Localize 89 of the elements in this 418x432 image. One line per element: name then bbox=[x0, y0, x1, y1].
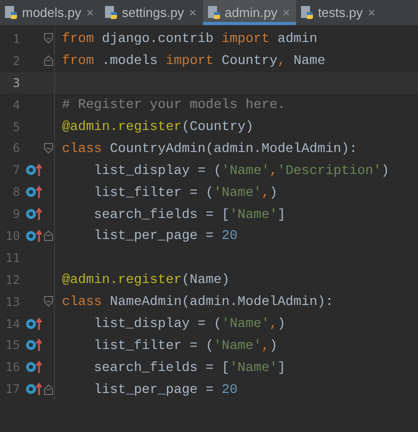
code-token: import bbox=[166, 53, 214, 68]
python-file-icon bbox=[4, 4, 20, 20]
code-token: list_filter = ( bbox=[92, 184, 214, 200]
override-method-icon[interactable] bbox=[24, 316, 42, 331]
code-token: list_display = ( bbox=[92, 162, 222, 178]
code-token: 'Name' bbox=[230, 206, 278, 222]
line-number: 2 bbox=[12, 54, 20, 68]
line-number: 10 bbox=[4, 228, 20, 243]
line-number: 15 bbox=[4, 338, 20, 352]
code-token: list_display = ( bbox=[92, 316, 222, 332]
code-token: 'Name' bbox=[214, 338, 262, 353]
file-tab[interactable]: models.py × bbox=[0, 0, 100, 25]
line-number: 3 bbox=[12, 76, 20, 90]
code-token: ) bbox=[269, 338, 278, 353]
code-token: .models bbox=[100, 53, 159, 68]
line-number: 16 bbox=[4, 360, 20, 374]
close-icon[interactable]: × bbox=[86, 5, 94, 20]
file-tab[interactable]: admin.py × bbox=[202, 0, 296, 25]
code-token: @admin.register bbox=[62, 272, 182, 288]
fold-end-icon[interactable] bbox=[44, 384, 53, 395]
line-number: 9 bbox=[12, 207, 20, 222]
code-token: 20 bbox=[222, 382, 238, 397]
fold-end-icon[interactable] bbox=[44, 55, 53, 66]
code-token: from bbox=[62, 31, 94, 46]
fold-start-icon[interactable] bbox=[44, 142, 53, 154]
code-token: 'Name' bbox=[222, 316, 270, 332]
line-number: 6 bbox=[12, 141, 20, 156]
line-number: 11 bbox=[4, 250, 20, 265]
code-token: class bbox=[62, 140, 102, 156]
code-token: ) bbox=[277, 316, 286, 332]
code-token: # Register your models here. bbox=[62, 97, 286, 112]
code-token: CountryAdmin(admin.ModelAdmin): bbox=[108, 140, 358, 156]
line-number: 17 bbox=[4, 382, 20, 396]
code-token: ] bbox=[277, 360, 286, 375]
code-token: Country bbox=[220, 53, 278, 68]
code-token: search_fields = [ bbox=[92, 360, 230, 375]
override-method-icon[interactable] bbox=[24, 360, 42, 374]
code-token: ) bbox=[381, 162, 390, 178]
python-file-icon bbox=[300, 4, 316, 20]
fold-end-icon[interactable] bbox=[44, 230, 53, 242]
code-token: @admin.register bbox=[62, 119, 182, 134]
code-token: list_filter = ( bbox=[92, 338, 214, 353]
line-number: 12 bbox=[4, 272, 20, 287]
file-tab[interactable]: settings.py × bbox=[100, 0, 203, 25]
override-method-icon[interactable] bbox=[24, 382, 42, 396]
code-token: import bbox=[222, 31, 270, 46]
code-token: from bbox=[62, 53, 94, 68]
code-token: NameAdmin(admin.ModelAdmin): bbox=[108, 294, 334, 310]
code-token: (Name) bbox=[182, 272, 230, 288]
code-token: search_fields = [ bbox=[92, 206, 230, 222]
fold-start-icon[interactable] bbox=[44, 33, 53, 44]
python-file-icon bbox=[104, 4, 120, 20]
override-method-icon[interactable] bbox=[24, 207, 42, 222]
code-token: , bbox=[262, 184, 270, 200]
close-icon[interactable]: × bbox=[282, 5, 290, 20]
fold-start-icon[interactable] bbox=[44, 296, 53, 308]
override-method-icon[interactable] bbox=[24, 163, 42, 178]
code-token: class bbox=[62, 294, 102, 310]
close-icon[interactable]: × bbox=[189, 5, 197, 20]
override-method-icon[interactable] bbox=[24, 185, 42, 200]
code-token: (Country) bbox=[182, 119, 254, 134]
code-token: list_per_page = bbox=[92, 228, 215, 244]
code-token: , bbox=[269, 316, 278, 332]
code-token: Name bbox=[292, 53, 326, 68]
code-token: ] bbox=[277, 206, 286, 222]
code-token: , bbox=[269, 162, 278, 178]
python-file-icon bbox=[206, 4, 223, 20]
line-number: 8 bbox=[12, 185, 20, 200]
file-tab[interactable]: tests.py × bbox=[296, 0, 382, 25]
line-number: 4 bbox=[12, 98, 20, 112]
code-token: 'Description' bbox=[277, 162, 382, 178]
code-token: , bbox=[277, 53, 286, 68]
line-number: 5 bbox=[12, 120, 20, 134]
line-number: 1 bbox=[12, 32, 20, 46]
code-token: admin bbox=[276, 31, 318, 46]
line-number: 7 bbox=[12, 163, 20, 178]
code-token: django.contrib bbox=[100, 31, 215, 46]
line-number: 13 bbox=[4, 294, 20, 309]
code-token: 20 bbox=[222, 228, 238, 244]
code-token: , bbox=[262, 338, 270, 353]
override-method-icon[interactable] bbox=[24, 228, 42, 243]
override-method-icon[interactable] bbox=[24, 338, 42, 352]
close-icon[interactable]: × bbox=[368, 5, 376, 20]
code-token: list_per_page = bbox=[92, 382, 215, 397]
code-token: 'Name' bbox=[230, 360, 278, 375]
code-token: 'Name' bbox=[222, 162, 270, 178]
code-token: 'Name' bbox=[214, 184, 262, 200]
code-token: ) bbox=[269, 184, 278, 200]
line-number: 14 bbox=[4, 316, 20, 331]
